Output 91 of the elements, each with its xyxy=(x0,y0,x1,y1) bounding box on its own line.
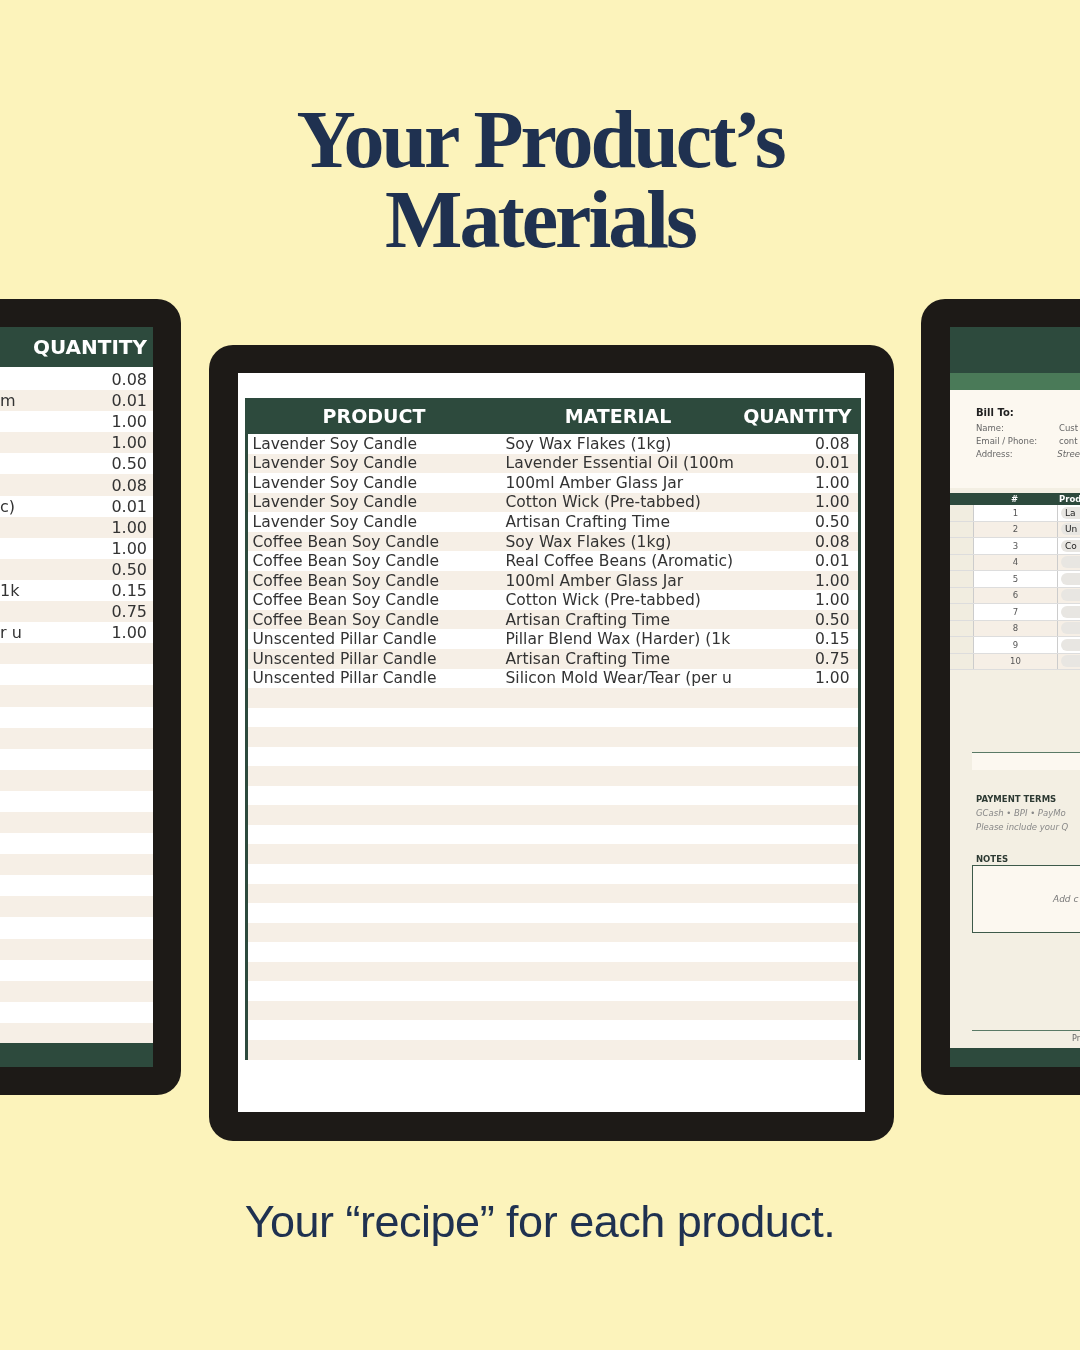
table-cell: 7 xyxy=(973,604,1058,620)
table-cell-text: Lavender Soy Candle xyxy=(252,434,419,453)
table-cell-text: Soy Wax Flakes (1kg) xyxy=(505,532,673,551)
field-label: Email / Phone: xyxy=(976,436,1039,446)
table-cell-text: Pillar Blend Wax (Harder) (1k xyxy=(505,630,732,649)
table-cell-text: Artisan Crafting Time xyxy=(505,649,671,668)
product-dropdown[interactable]: Co xyxy=(1061,539,1080,552)
table-cell-text: Unscented Pillar Candle xyxy=(252,649,438,668)
section-title: NOTES xyxy=(976,854,1010,864)
table-cell-text: 0.75 xyxy=(814,649,851,668)
table-cell: 0.01 xyxy=(111,496,147,516)
table-cell-text: 1.00 xyxy=(814,493,851,512)
product-dropdown[interactable]: La xyxy=(1061,506,1080,519)
table-cell-text: 100ml Amber Glass Jar xyxy=(505,571,685,590)
table-cell-text: Lavender Soy Candle xyxy=(252,512,419,531)
table-cell-text: Lavender Soy Candle xyxy=(252,473,419,492)
table-cell-text: Unscented Pillar Candle xyxy=(252,669,438,688)
headline: Your Product’s Materials xyxy=(296,100,784,260)
table-cell: c) xyxy=(0,496,16,516)
column-header: # xyxy=(1009,494,1020,504)
table-cell: 2 xyxy=(973,521,1058,537)
table-cell-text: 0.08 xyxy=(814,434,851,453)
table-cell-text: Lavender Essential Oil (100m xyxy=(505,454,735,473)
table-cell-text: 100ml Amber Glass Jar xyxy=(505,473,685,492)
table-cell: 1 xyxy=(973,505,1058,521)
table-cell-text: 0.01 xyxy=(814,552,851,571)
footer-text: Pr xyxy=(1072,1034,1080,1043)
table-cell-text: 0.08 xyxy=(814,532,851,551)
notes-field[interactable]: Add c xyxy=(972,865,1080,933)
table-cell: 6 xyxy=(973,587,1058,603)
table-cell-text: Coffee Bean Soy Candle xyxy=(252,610,441,629)
table-cell: 0.08 xyxy=(111,475,147,495)
table-cell-text: Cotton Wick (Pre-tabbed) xyxy=(505,493,702,512)
payment-text: Please include your Q xyxy=(976,822,1070,832)
table-cell-text: Real Coffee Beans (Aromatic) xyxy=(505,552,735,571)
field-label: Address: xyxy=(976,449,1014,459)
section-title: PAYMENT TERMS xyxy=(976,794,1058,804)
table-cell: 1.00 xyxy=(111,433,147,453)
row-gutter xyxy=(950,505,973,521)
column-header: MATERIAL xyxy=(563,405,673,427)
table-cell-text: 1.00 xyxy=(814,669,851,688)
table-cell: m xyxy=(0,391,16,411)
table-cell: 3 xyxy=(973,538,1058,554)
table-cell: 0.50 xyxy=(111,559,147,579)
column-header: QUANTITY xyxy=(742,405,853,427)
column-header: Prod xyxy=(1058,494,1080,504)
table-cell: 1.00 xyxy=(111,623,147,643)
field-value: Stree xyxy=(1057,449,1080,459)
table-cell: 0.15 xyxy=(111,581,147,600)
table-cell-text: 0.01 xyxy=(814,454,851,473)
field-value: Cust xyxy=(1059,423,1079,433)
table-cell: 0.75 xyxy=(111,602,147,622)
table-cell: 0.50 xyxy=(111,454,147,474)
table-cell-text: Artisan Crafting Time xyxy=(505,610,671,629)
table-cell-text: Lavender Soy Candle xyxy=(252,454,419,473)
table-cell-text: 1.00 xyxy=(814,473,851,492)
table-cell: 9 xyxy=(973,637,1058,653)
table-cell-text: Lavender Soy Candle xyxy=(252,493,419,512)
table-cell: 10 xyxy=(973,653,1058,669)
table-cell: 5 xyxy=(973,571,1058,587)
field-label: Name: xyxy=(976,423,1005,433)
table-cell: 8 xyxy=(973,620,1058,636)
table-cell-text: 0.15 xyxy=(814,630,851,649)
table-cell-text: 1.00 xyxy=(814,571,851,590)
table-cell-text: Soy Wax Flakes (1kg) xyxy=(505,434,673,453)
section-title: Bill To: xyxy=(976,407,1015,418)
table-cell-text: 0.50 xyxy=(814,610,851,629)
table-cell: 4 xyxy=(973,554,1058,570)
table-cell-text: Coffee Bean Soy Candle xyxy=(252,552,441,571)
product-dropdown[interactable]: Un xyxy=(1061,523,1080,536)
field-value: cont xyxy=(1059,436,1078,446)
column-header: PRODUCT xyxy=(321,405,427,427)
table-cell: 1k xyxy=(0,581,20,600)
payment-text: GCash • BPI • PayMo xyxy=(976,808,1067,818)
table-cell-text: 1.00 xyxy=(814,591,851,610)
table-cell: 1.00 xyxy=(111,412,147,432)
table-cell-text: Coffee Bean Soy Candle xyxy=(252,571,441,590)
table-cell: r u xyxy=(0,623,22,643)
caption: Your “recipe” for each product. xyxy=(244,1196,836,1248)
table-cell-text: Unscented Pillar Candle xyxy=(252,630,438,649)
table-cell: 0.08 xyxy=(111,370,147,390)
table-cell-text: Silicon Mold Wear/Tear (per u xyxy=(505,669,733,688)
table-cell-text: Coffee Bean Soy Candle xyxy=(252,532,441,551)
column-header: QUANTITY xyxy=(32,335,147,359)
table-cell-text: Artisan Crafting Time xyxy=(505,512,671,531)
table-cell-text: Coffee Bean Soy Candle xyxy=(252,591,441,610)
table-cell: 1.00 xyxy=(111,517,147,537)
table-cell-text: Cotton Wick (Pre-tabbed) xyxy=(505,591,702,610)
table-cell: 1.00 xyxy=(111,538,147,558)
table-cell: 0.01 xyxy=(111,391,147,411)
table-cell-text: 0.50 xyxy=(814,512,851,531)
